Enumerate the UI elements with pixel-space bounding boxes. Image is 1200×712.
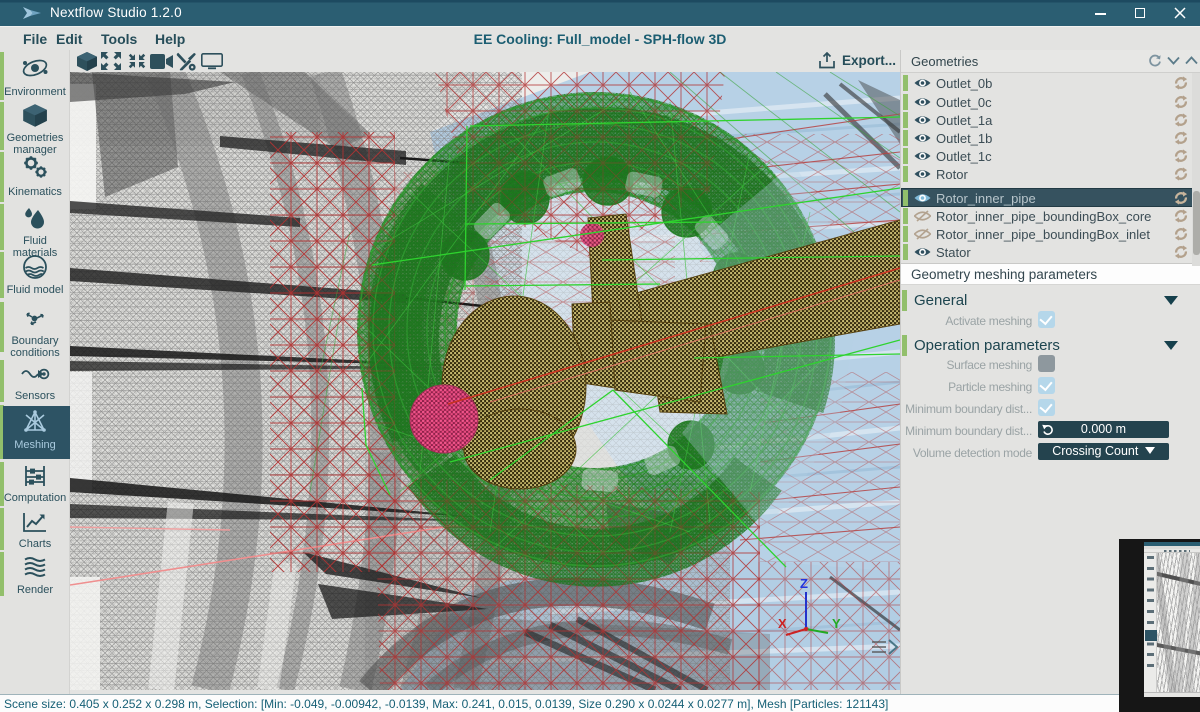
svg-text:X: X [778, 616, 787, 631]
svg-text:Y: Y [832, 616, 841, 631]
svg-text:Z: Z [800, 576, 808, 591]
